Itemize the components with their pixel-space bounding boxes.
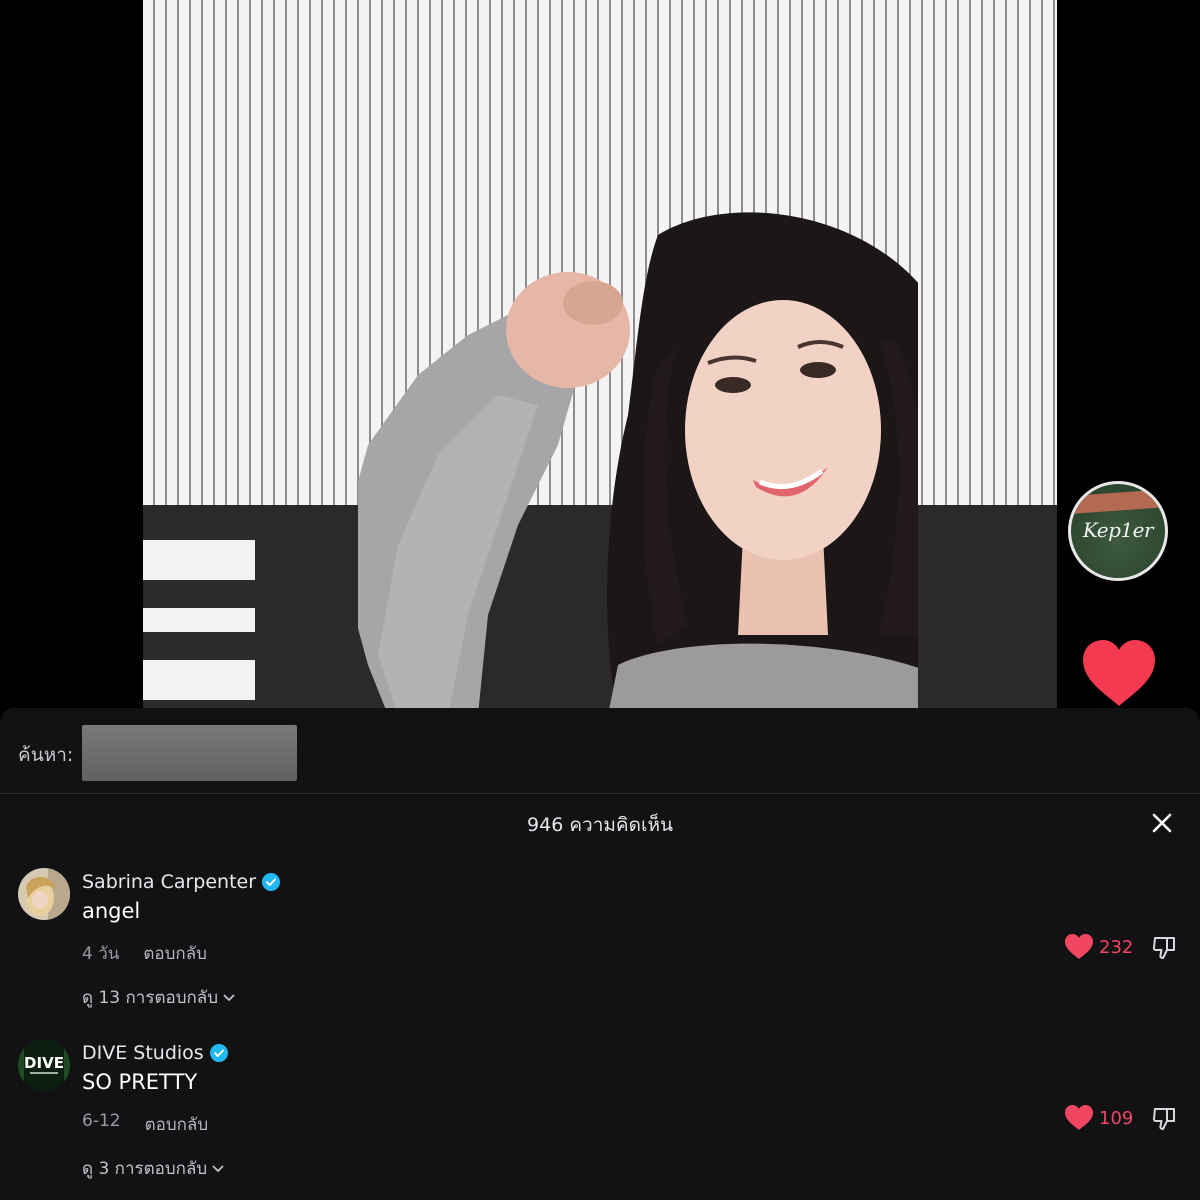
like-count: 109	[1099, 1107, 1134, 1129]
channel-avatar-stripe	[1071, 487, 1165, 515]
reply-button[interactable]: ตอบกลับ	[145, 1111, 209, 1138]
comment-like-button[interactable]: 109	[1065, 1105, 1133, 1131]
comment-meta: 6-12 ตอบกลับ	[82, 1111, 208, 1138]
search-input[interactable]	[82, 725, 297, 781]
comment-item: DIVE DIVE Studios SO PRETTY 6-12 ตอบกลับ…	[0, 1039, 1200, 1200]
comment-author[interactable]: Sabrina Carpenter	[82, 871, 281, 893]
chevron-down-icon	[212, 1164, 224, 1172]
chevron-down-icon	[223, 993, 235, 1001]
comment-meta: 4 วัน ตอบกลับ	[82, 940, 207, 967]
heart-icon	[1065, 1105, 1093, 1130]
comments-panel: ค้นหา: 946 ความคิดเห็น Sabrina Carpenter…	[0, 708, 1200, 1200]
dislike-icon[interactable]	[1152, 1106, 1178, 1132]
verified-icon	[209, 1044, 228, 1062]
search-label: ค้นหา:	[18, 744, 74, 766]
like-count: 232	[1099, 936, 1134, 958]
comment-author[interactable]: DIVE Studios	[82, 1042, 228, 1064]
comment-author-name: DIVE Studios	[82, 1042, 204, 1064]
view-replies-label: ดู 3 การตอบกลับ	[82, 1159, 208, 1179]
view-replies-label: ดู 13 การตอบกลับ	[82, 988, 218, 1008]
video-player[interactable]	[143, 0, 1057, 708]
verified-icon	[262, 873, 281, 891]
view-replies-button[interactable]: ดู 3 การตอบกลับ	[82, 1155, 225, 1182]
view-replies-button[interactable]: ดู 13 การตอบกลับ	[82, 984, 236, 1011]
video-subject	[358, 195, 918, 708]
like-video-heart-icon[interactable]	[1083, 640, 1155, 708]
comment-item: Sabrina Carpenter angel 4 วัน ตอบกลับ 23…	[0, 868, 1200, 1038]
search-bar: ค้นหา:	[0, 708, 1200, 794]
avatar[interactable]: DIVE	[18, 1039, 70, 1091]
channel-avatar[interactable]: Kep1er	[1068, 481, 1168, 581]
dislike-icon[interactable]	[1152, 935, 1178, 961]
channel-logo-text: Kep1er	[1082, 518, 1154, 542]
comment-text: SO PRETTY	[82, 1070, 198, 1094]
dive-logo-text: DIVE	[24, 1054, 64, 1072]
comment-text: angel	[82, 899, 141, 923]
comment-author-name: Sabrina Carpenter	[82, 871, 257, 893]
close-icon[interactable]	[1148, 809, 1176, 837]
reply-button[interactable]: ตอบกลับ	[143, 940, 207, 967]
background-sign	[143, 540, 255, 700]
avatar[interactable]	[18, 868, 70, 920]
comment-like-button[interactable]: 232	[1065, 934, 1133, 960]
heart-icon	[1065, 934, 1093, 959]
comment-time: 4 วัน	[82, 944, 120, 964]
comments-count-title: 946 ความคิดเห็น	[527, 814, 673, 836]
comment-time: 6-12	[82, 1111, 121, 1131]
